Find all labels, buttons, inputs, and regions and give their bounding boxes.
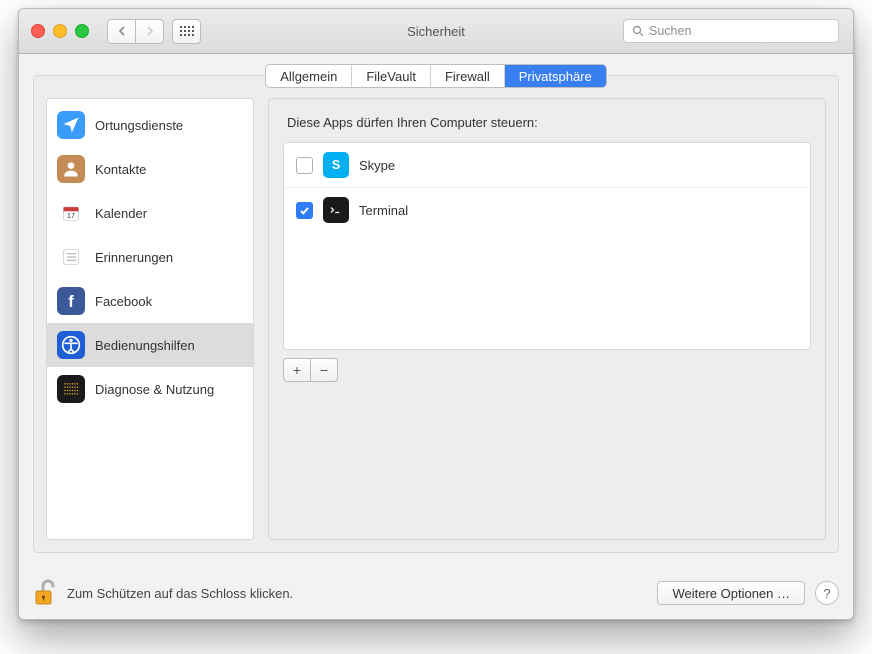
app-label: Terminal xyxy=(359,203,408,218)
app-permission-checkbox[interactable] xyxy=(296,157,313,174)
toolbar-navigation xyxy=(107,19,201,44)
location-icon xyxy=(57,111,85,139)
check-icon xyxy=(299,205,310,216)
facebook-icon: f xyxy=(57,287,85,315)
app-label: Skype xyxy=(359,158,395,173)
app-permission-heading: Diese Apps dürfen Ihren Computer steuern… xyxy=(287,115,807,130)
terminal-icon xyxy=(326,200,346,220)
back-button[interactable] xyxy=(107,19,136,44)
lock-open-icon xyxy=(33,579,57,607)
privacy-app-panel: Diese Apps dürfen Ihren Computer steuern… xyxy=(268,98,826,540)
tab-privatsphäre[interactable]: Privatsphäre xyxy=(505,65,606,87)
chevron-right-icon xyxy=(146,26,154,36)
sidebar-item-label: Bedienungshilfen xyxy=(95,338,195,353)
svg-text:17: 17 xyxy=(67,211,75,220)
search-input[interactable]: Suchen xyxy=(623,19,839,43)
tab-allgemein[interactable]: Allgemein xyxy=(266,65,352,87)
window-frame: Sicherheit Suchen AllgemeinFileVaultFire… xyxy=(18,8,854,620)
help-button[interactable]: ? xyxy=(815,581,839,605)
minimize-window-button[interactable] xyxy=(53,24,67,38)
reminders-icon xyxy=(61,247,81,267)
sidebar-item-kontakte[interactable]: Kontakte xyxy=(47,147,253,191)
sidebar-item-label: Kalender xyxy=(95,206,147,221)
diagnostics-icon xyxy=(57,375,85,403)
tabs: AllgemeinFileVaultFirewallPrivatsphäre xyxy=(265,64,607,88)
privacy-panel: Ortungsdienste Kontakte 17 Kalender Erinneru… xyxy=(33,75,839,553)
zoom-window-button[interactable] xyxy=(75,24,89,38)
remove-app-button[interactable]: − xyxy=(311,358,338,382)
sidebar-item-kalender[interactable]: 17 Kalender xyxy=(47,191,253,235)
tabs-wrap: AllgemeinFileVaultFirewallPrivatsphäre xyxy=(33,64,839,86)
lock-toggle[interactable]: Zum Schützen auf das Schloss klicken. xyxy=(33,579,293,607)
terminal-icon xyxy=(323,197,349,223)
close-window-button[interactable] xyxy=(31,24,45,38)
grid-icon xyxy=(180,26,194,36)
skype-icon: S xyxy=(326,155,346,175)
allowed-apps-list: S Skype Terminal xyxy=(283,142,811,350)
tab-firewall[interactable]: Firewall xyxy=(431,65,505,87)
forward-button[interactable] xyxy=(136,19,164,44)
facebook-icon: f xyxy=(61,291,81,311)
sidebar-item-label: Facebook xyxy=(95,294,152,309)
location-icon xyxy=(61,115,81,135)
sidebar-item-label: Ortungsdienste xyxy=(95,118,183,133)
chevron-left-icon xyxy=(118,26,126,36)
footer: Zum Schützen auf das Schloss klicken. We… xyxy=(19,567,853,619)
lock-hint-text: Zum Schützen auf das Schloss klicken. xyxy=(67,586,293,601)
traffic-lights xyxy=(31,24,89,38)
window-body: AllgemeinFileVaultFirewallPrivatsphäre O… xyxy=(19,54,853,567)
more-options-button[interactable]: Weitere Optionen … xyxy=(657,581,805,605)
accessibility-icon xyxy=(61,335,81,355)
sidebar-item-label: Diagnose & Nutzung xyxy=(95,382,214,397)
sidebar-item-facebook[interactable]: f Facebook xyxy=(47,279,253,323)
app-row-terminal[interactable]: Terminal xyxy=(284,188,810,232)
calendar-icon: 17 xyxy=(57,199,85,227)
add-app-button[interactable]: + xyxy=(283,358,311,382)
app-row-skype[interactable]: S Skype xyxy=(284,143,810,188)
skype-icon: S xyxy=(323,152,349,178)
diagnostics-icon xyxy=(61,379,81,399)
sidebar-item-diagnose-nutzung[interactable]: Diagnose & Nutzung xyxy=(47,367,253,411)
sidebar-item-ortungsdienste[interactable]: Ortungsdienste xyxy=(47,103,253,147)
sidebar-item-erinnerungen[interactable]: Erinnerungen xyxy=(47,235,253,279)
add-remove-buttons: + − xyxy=(283,358,811,382)
sidebar-item-label: Kontakte xyxy=(95,162,146,177)
privacy-category-list: Ortungsdienste Kontakte 17 Kalender Erinneru… xyxy=(46,98,254,540)
titlebar: Sicherheit Suchen xyxy=(19,9,853,54)
show-all-prefs-button[interactable] xyxy=(172,19,201,44)
calendar-icon: 17 xyxy=(61,203,81,223)
sidebar-item-bedienungshilfen[interactable]: Bedienungshilfen xyxy=(47,323,253,367)
reminders-icon xyxy=(57,243,85,271)
search-placeholder: Suchen xyxy=(649,24,691,38)
contacts-icon xyxy=(61,159,81,179)
contacts-icon xyxy=(57,155,85,183)
svg-text:S: S xyxy=(332,158,340,172)
tab-filevault[interactable]: FileVault xyxy=(352,65,431,87)
svg-text:f: f xyxy=(68,292,74,311)
app-permission-checkbox[interactable] xyxy=(296,202,313,219)
search-icon xyxy=(632,25,644,37)
accessibility-icon xyxy=(57,331,85,359)
sidebar-item-label: Erinnerungen xyxy=(95,250,173,265)
